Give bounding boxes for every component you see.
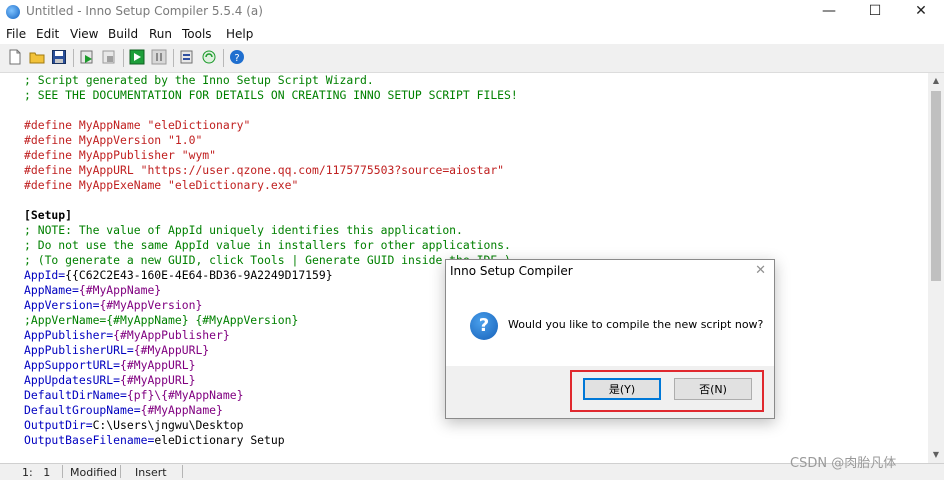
svg-text:?: ? (234, 53, 239, 64)
menu-bar: File Edit View Build Run Tools Help (0, 24, 944, 44)
code-value: {#MyAppPublisher} (113, 328, 230, 342)
minimize-button[interactable]: — (806, 0, 852, 24)
code-key: AppPublisher= (24, 328, 114, 342)
code-text: ; SEE THE DOCUMENTATION FOR DETAILS ON C… (24, 88, 518, 102)
toolbar-separator (223, 49, 224, 67)
question-icon: ? (470, 312, 498, 340)
code-text: ;AppVerName={#MyAppName} {#MyAppVersion} (24, 313, 299, 327)
modified-indicator: Modified (70, 466, 117, 479)
code-line[interactable]: #define MyAppPublisher "wym" (24, 148, 924, 163)
open-folder-icon[interactable] (29, 49, 45, 65)
code-text: ; Do not use the same AppId value in ins… (24, 238, 511, 252)
code-line[interactable]: ; Do not use the same AppId value in ins… (24, 238, 924, 253)
code-value: {#MyAppName} (140, 403, 223, 417)
toolbar-separator (73, 49, 74, 67)
yes-button[interactable]: 是(Y) (583, 378, 661, 400)
watermark: CSDN @肉胎凡体 (790, 456, 897, 471)
title-bar: Untitled - Inno Setup Compiler 5.5.4 (a)… (0, 0, 944, 24)
code-value: eleDictionary Setup (154, 433, 285, 447)
code-key: DefaultDirName= (24, 388, 127, 402)
editor-gutter (0, 73, 22, 463)
code-line[interactable]: [Setup] (24, 208, 924, 223)
code-text: ; Script generated by the Inno Setup Scr… (24, 73, 374, 87)
code-text: #define MyAppURL "https://user.qzone.qq.… (24, 163, 505, 177)
close-button[interactable]: ✕ (898, 0, 944, 24)
code-value: {#MyAppURL} (120, 373, 196, 387)
code-text: #define MyAppVersion "1.0" (24, 133, 203, 147)
code-value: C:\Users\jngwu\Desktop (92, 418, 244, 432)
inno-setup-app-icon (6, 5, 20, 19)
target-setup-icon[interactable] (179, 49, 195, 65)
menu-view[interactable]: View (70, 27, 98, 41)
cursor-position: 1: 1 (22, 466, 51, 479)
code-line[interactable]: #define MyAppURL "https://user.qzone.qq.… (24, 163, 924, 178)
status-divider (62, 465, 63, 478)
save-icon[interactable] (51, 49, 67, 65)
code-text: #define MyAppPublisher "wym" (24, 148, 217, 162)
code-value: {#MyAppURL} (120, 358, 196, 372)
pause-icon[interactable] (151, 49, 167, 65)
code-text: ; (To generate a new GUID, click Tools |… (24, 253, 511, 267)
code-key: OutputBaseFilename= (24, 433, 155, 447)
toolbar: ? (0, 44, 944, 73)
code-key: AppName= (24, 283, 79, 297)
menu-build[interactable]: Build (108, 27, 138, 41)
code-text: [Setup] (24, 208, 73, 222)
menu-tools[interactable]: Tools (182, 27, 212, 41)
menu-run[interactable]: Run (149, 27, 172, 41)
dialog-message: Would you like to compile the new script… (508, 318, 764, 331)
code-line[interactable]: #define MyAppVersion "1.0" (24, 133, 924, 148)
status-divider (182, 465, 183, 478)
code-value: {#MyAppVersion} (99, 298, 203, 312)
code-value: {#MyAppName} (78, 283, 162, 297)
run-icon[interactable] (129, 49, 145, 65)
scroll-thumb[interactable] (931, 91, 941, 281)
toolbar-separator (123, 49, 124, 67)
code-text: #define MyAppName "eleDictionary" (24, 118, 251, 132)
dialog-title: Inno Setup Compiler (450, 264, 573, 278)
help-icon[interactable]: ? (229, 49, 245, 65)
vertical-scrollbar[interactable]: ▲ ▼ (928, 73, 944, 463)
code-text: #define MyAppExeName "eleDictionary.exe" (24, 178, 299, 192)
code-line[interactable]: #define MyAppExeName "eleDictionary.exe" (24, 178, 924, 193)
code-key: AppVersion= (24, 298, 100, 312)
code-key: AppSupportURL= (24, 358, 121, 372)
dialog-button-bar: 是(Y) 否(N) (446, 366, 774, 418)
scroll-down-icon[interactable]: ▼ (928, 447, 944, 463)
dialog-close-button[interactable]: ✕ (755, 263, 766, 278)
code-value: {pf}\{#MyAppName} (126, 388, 244, 402)
code-line[interactable] (24, 193, 924, 208)
compile-icon[interactable] (79, 49, 95, 65)
code-line[interactable] (24, 103, 924, 118)
code-key: AppId= (24, 268, 66, 282)
code-value: {#MyAppURL} (133, 343, 210, 357)
scroll-up-icon[interactable]: ▲ (928, 73, 944, 89)
status-divider (120, 465, 121, 478)
code-line[interactable]: OutputBaseFilename=eleDictionary Setup (24, 433, 924, 448)
stop-compile-icon[interactable] (101, 49, 117, 65)
window-title: Untitled - Inno Setup Compiler 5.5.4 (a) (26, 4, 263, 18)
refresh-icon[interactable] (201, 49, 217, 65)
code-key: AppUpdatesURL= (24, 373, 121, 387)
insert-mode-indicator: Insert (135, 466, 167, 479)
code-key: AppPublisherURL= (24, 343, 134, 357)
menu-help[interactable]: Help (226, 27, 253, 41)
code-line[interactable]: #define MyAppName "eleDictionary" (24, 118, 924, 133)
code-key: DefaultGroupName= (24, 403, 141, 417)
code-value: {{C62C2E43-160E-4E64-BD36-9A2249D17159} (65, 268, 333, 282)
code-line[interactable]: ; NOTE: The value of AppId uniquely iden… (24, 223, 924, 238)
code-line[interactable]: OutputDir=C:\Users\jngwu\Desktop (24, 418, 924, 433)
compile-prompt-dialog: Inno Setup Compiler ✕ ? Would you like t… (445, 259, 775, 419)
no-button[interactable]: 否(N) (674, 378, 752, 400)
code-line[interactable]: ; Script generated by the Inno Setup Scr… (24, 73, 924, 88)
code-key: OutputDir= (24, 418, 93, 432)
code-text: ; NOTE: The value of AppId uniquely iden… (24, 223, 463, 237)
code-line[interactable]: ; SEE THE DOCUMENTATION FOR DETAILS ON C… (24, 88, 924, 103)
new-file-icon[interactable] (7, 49, 23, 65)
menu-edit[interactable]: Edit (36, 27, 59, 41)
toolbar-separator (173, 49, 174, 67)
menu-file[interactable]: File (6, 27, 26, 41)
maximize-button[interactable]: ☐ (852, 0, 898, 24)
